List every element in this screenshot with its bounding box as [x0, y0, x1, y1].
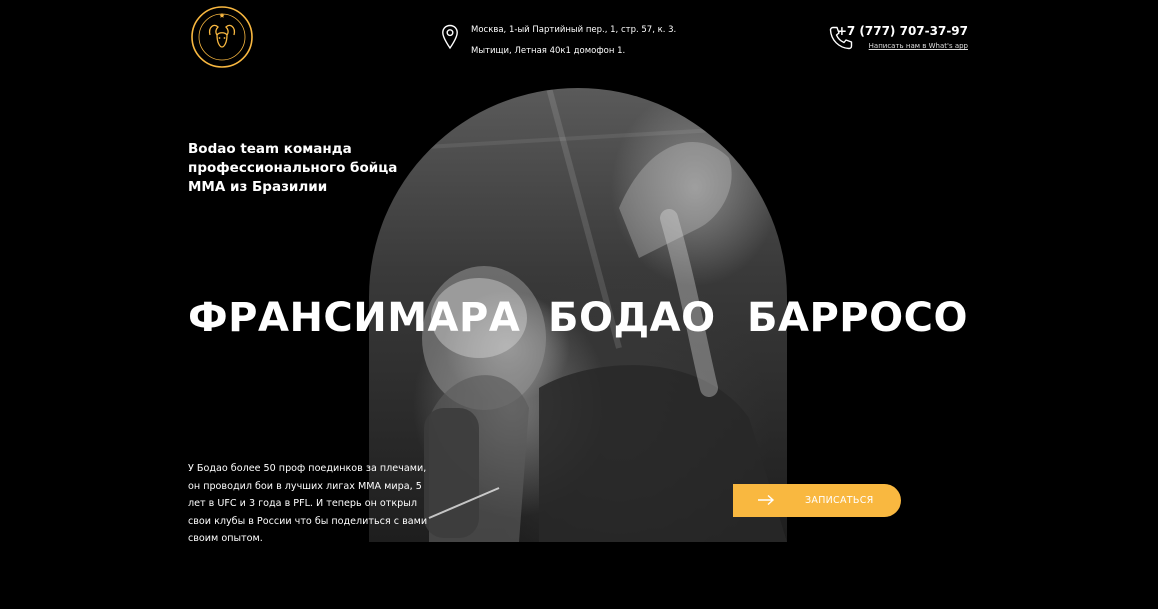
name-first: ФРАНСИМАРА [188, 295, 521, 341]
fighter-name-heading: ФРАНСИМАРА БОДАО БАРРОСО [188, 287, 968, 349]
brand-logo[interactable] [190, 5, 254, 69]
contact-block: +7 (777) 707-37-97 Написать нам в What's… [828, 22, 968, 52]
logo-emblem [191, 6, 253, 68]
whatsapp-link[interactable]: Написать нам в What's app [869, 42, 968, 50]
signup-button-label: ЗАПИСАТЬСЯ [805, 495, 874, 506]
hero-tagline: Bodao team команда профессионального бой… [188, 141, 398, 195]
phone-number[interactable]: +7 (777) 707-37-97 [837, 24, 968, 38]
name-last: БАРРОСО [747, 295, 968, 341]
name-middle: БОДАО [548, 295, 716, 341]
hero-description: У Бодао более 50 проф поединков за плеча… [188, 463, 428, 544]
address-line-mytishchi: Мытищи, Летная 40к1 домофон 1. [471, 46, 626, 56]
arrow-right-icon [758, 494, 775, 506]
address-line-moscow: Москва, 1-ый Партийный пер., 1, стр. 57,… [471, 25, 677, 35]
signup-button[interactable]: ЗАПИСАТЬСЯ [733, 484, 901, 517]
map-pin-icon [442, 24, 458, 50]
